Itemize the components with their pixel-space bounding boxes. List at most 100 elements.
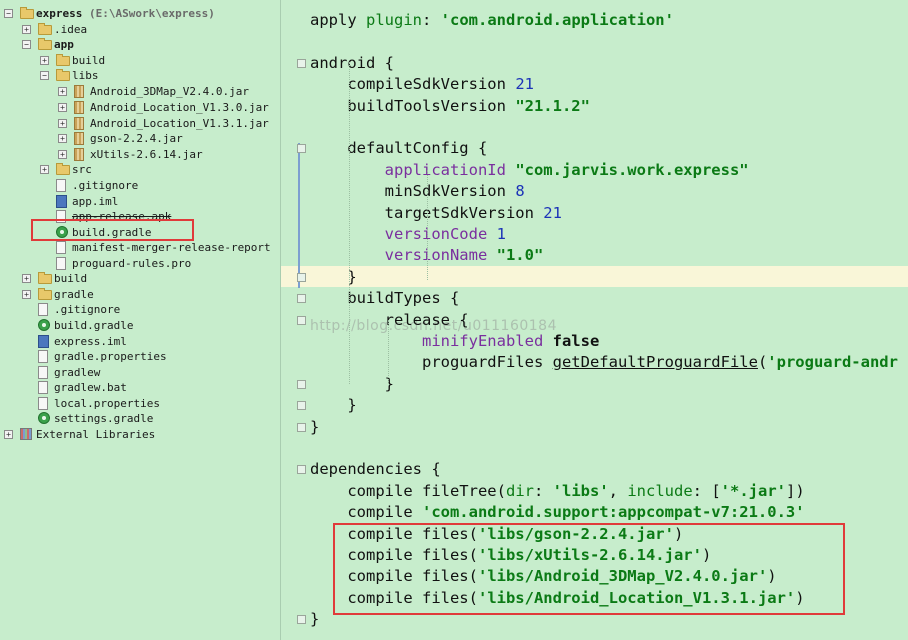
expand-toggle-icon[interactable]: + — [22, 25, 31, 34]
expand-toggle-icon[interactable]: + — [4, 430, 13, 439]
code-token: } — [310, 610, 320, 629]
tree-item[interactable]: express.iml — [0, 334, 280, 349]
code-line[interactable]: dependencies { — [310, 459, 441, 480]
tree-item-label: build — [54, 272, 88, 285]
code-line[interactable]: } — [310, 417, 319, 438]
tree-item[interactable]: + Android_3DMap_V2.4.0.jar — [0, 84, 280, 99]
fold-marker-icon[interactable] — [297, 615, 306, 625]
code-line[interactable]: buildToolsVersion "21.1.2" — [310, 96, 590, 117]
tree-item[interactable]: app.iml — [0, 194, 280, 209]
folder-icon — [38, 288, 52, 300]
fold-marker-icon[interactable] — [297, 401, 306, 411]
fold-marker-icon[interactable] — [297, 294, 306, 304]
fold-marker-icon[interactable] — [297, 315, 306, 325]
tree-item[interactable]: settings.gradle — [0, 411, 280, 426]
tree-item[interactable]: + src — [0, 162, 280, 177]
code-token: dir — [505, 481, 534, 500]
tree-item-label: Android_Location_V1.3.1.jar — [90, 117, 269, 130]
tree-item-label: settings.gradle — [54, 412, 154, 425]
code-line[interactable]: defaultConfig { — [310, 138, 487, 159]
tree-item[interactable]: build.gradle — [0, 318, 280, 333]
code-token: ]) — [785, 481, 805, 500]
fold-marker-icon[interactable] — [297, 465, 306, 475]
tree-item[interactable]: .gitignore — [0, 302, 280, 317]
collapse-toggle-icon[interactable]: − — [22, 40, 31, 49]
code-line[interactable]: applicationId "com.jarvis.work.express" — [310, 160, 749, 181]
indent-guide — [427, 170, 429, 280]
code-line[interactable]: compile 'com.android.support:appcompat-v… — [310, 502, 804, 523]
code-line[interactable]: versionCode 1 — [310, 224, 506, 245]
tree-item[interactable]: + build — [0, 271, 280, 286]
code-token: buildTypes { — [310, 289, 460, 308]
code-token: , — [608, 481, 628, 500]
code-token: 1 — [496, 225, 506, 243]
fold-marker-icon[interactable] — [297, 379, 306, 389]
collapse-toggle-icon[interactable]: − — [40, 71, 49, 80]
indent-guide — [388, 320, 390, 384]
fold-marker-icon[interactable] — [297, 422, 306, 432]
tree-item[interactable]: − libs — [0, 68, 280, 83]
collapse-toggle-icon[interactable]: − — [4, 9, 13, 18]
tree-item[interactable]: − express (E:\ASwork\express) — [0, 6, 280, 21]
tree-item[interactable]: .gitignore — [0, 178, 280, 193]
code-token: "1.0" — [496, 246, 544, 265]
tree-item-label: gradle.properties — [54, 350, 167, 363]
file-icon — [38, 397, 48, 410]
file-icon — [56, 257, 66, 270]
tree-item-label: manifest-merger-release-report — [72, 241, 271, 254]
file-icon — [38, 366, 48, 379]
code-token: ( — [757, 353, 768, 372]
expand-toggle-icon[interactable]: + — [22, 274, 31, 283]
tree-item[interactable]: + Android_Location_V1.3.1.jar — [0, 116, 280, 131]
code-line[interactable]: } — [310, 395, 356, 416]
tree-item[interactable]: + gson-2.2.4.jar — [0, 131, 280, 146]
tree-item[interactable]: gradlew — [0, 365, 280, 380]
code-line[interactable]: targetSdkVersion 21 — [310, 203, 562, 224]
tree-item-label: build.gradle — [54, 319, 134, 332]
fold-marker-icon[interactable] — [297, 58, 306, 68]
tree-item[interactable]: local.properties — [0, 396, 280, 411]
code-line[interactable]: compileSdkVersion 21 — [310, 74, 534, 95]
code-token: 21 — [543, 203, 562, 222]
file-icon — [56, 179, 66, 192]
tree-item[interactable]: proguard-rules.pro — [0, 256, 280, 271]
code-line[interactable]: minSdkVersion 8 — [310, 181, 525, 202]
expand-toggle-icon[interactable]: + — [58, 103, 67, 112]
fold-marker-icon[interactable] — [297, 272, 306, 282]
fold-marker-icon[interactable] — [297, 144, 306, 154]
tree-item[interactable]: + gradle — [0, 287, 280, 302]
code-line[interactable]: android { — [310, 53, 394, 74]
folder-icon — [20, 7, 34, 19]
code-token: buildToolsVersion — [310, 96, 516, 115]
tree-item[interactable]: + .idea — [0, 22, 280, 37]
tree-item[interactable]: − app — [0, 37, 280, 52]
code-line[interactable]: minifyEnabled false — [310, 331, 599, 352]
folder-icon — [56, 54, 70, 66]
code-line[interactable]: proguardFiles getDefaultProguardFile('pr… — [310, 352, 898, 373]
expand-toggle-icon[interactable]: + — [58, 119, 67, 128]
code-line[interactable]: buildTypes { — [310, 288, 459, 309]
expand-toggle-icon[interactable]: + — [58, 150, 67, 159]
folder-icon — [38, 272, 52, 284]
expand-toggle-icon[interactable]: + — [58, 87, 67, 96]
tree-item[interactable]: gradlew.bat — [0, 380, 280, 395]
code-token: versionName — [310, 246, 497, 265]
expand-toggle-icon[interactable]: + — [40, 165, 49, 174]
expand-toggle-icon[interactable]: + — [58, 134, 67, 143]
folder-icon — [56, 69, 70, 81]
tree-item[interactable]: manifest-merger-release-report — [0, 240, 280, 255]
tree-item[interactable]: + Android_Location_V1.3.0.jar — [0, 100, 280, 115]
code-token: minSdkVersion — [310, 182, 516, 201]
tree-item[interactable]: + xUtils-2.6.14.jar — [0, 147, 280, 162]
tree-item[interactable]: + External Libraries — [0, 427, 280, 442]
code-line[interactable]: apply plugin: 'com.android.application' — [310, 10, 674, 31]
tree-item[interactable]: + build — [0, 53, 280, 68]
expand-toggle-icon[interactable]: + — [40, 56, 49, 65]
code-line[interactable]: } — [310, 374, 394, 395]
code-token: { — [477, 139, 488, 158]
code-line[interactable]: } — [310, 609, 319, 630]
code-line[interactable]: compile fileTree(dir: 'libs', include: [… — [310, 481, 805, 502]
tree-item[interactable]: gradle.properties — [0, 349, 280, 364]
tree-item-label: libs — [72, 69, 99, 82]
expand-toggle-icon[interactable]: + — [22, 290, 31, 299]
